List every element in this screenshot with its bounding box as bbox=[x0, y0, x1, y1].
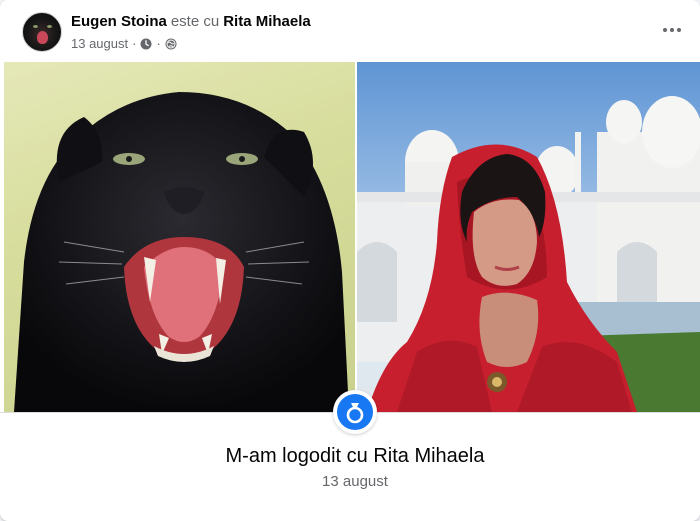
life-event-date: 13 august bbox=[322, 473, 388, 490]
life-event-title: M-am logodit cu Rita Mihaela bbox=[225, 445, 485, 467]
connector-text: este cu bbox=[170, 13, 220, 30]
photo-woman[interactable] bbox=[357, 62, 700, 412]
meta-separator: · bbox=[132, 36, 137, 51]
post-card: Eugen Stoina este cu Rita Mihaela 13 augus… bbox=[0, 0, 700, 521]
post-title-line: Eugen Stoina este cu Rita Mihaela bbox=[71, 13, 311, 30]
life-event-badge-inner bbox=[337, 394, 373, 430]
more-dots-icon bbox=[663, 28, 681, 32]
tagged-name-link[interactable]: Rita Mihaela bbox=[223, 13, 311, 30]
more-options-button[interactable] bbox=[660, 18, 684, 42]
meta-separator-2: · bbox=[156, 36, 161, 51]
woman-mosque-image bbox=[357, 96, 700, 412]
life-event-badge bbox=[333, 390, 377, 434]
author-avatar[interactable] bbox=[22, 12, 62, 52]
ring-icon bbox=[346, 403, 364, 424]
photo-grid bbox=[4, 62, 700, 412]
avatar-eye-left bbox=[33, 25, 38, 28]
avatar-mouth bbox=[37, 31, 48, 44]
clock-icon bbox=[140, 38, 152, 50]
post-meta: 13 august · · bbox=[71, 36, 177, 51]
photo-panther[interactable] bbox=[4, 62, 355, 412]
black-panther-image bbox=[14, 92, 349, 412]
avatar-eye-right bbox=[47, 25, 52, 28]
post-date-link[interactable]: 13 august bbox=[71, 36, 128, 51]
author-name-link[interactable]: Eugen Stoina bbox=[71, 13, 167, 30]
globe-icon[interactable] bbox=[165, 38, 177, 50]
post-header: Eugen Stoina este cu Rita Mihaela 13 augus… bbox=[0, 0, 700, 62]
